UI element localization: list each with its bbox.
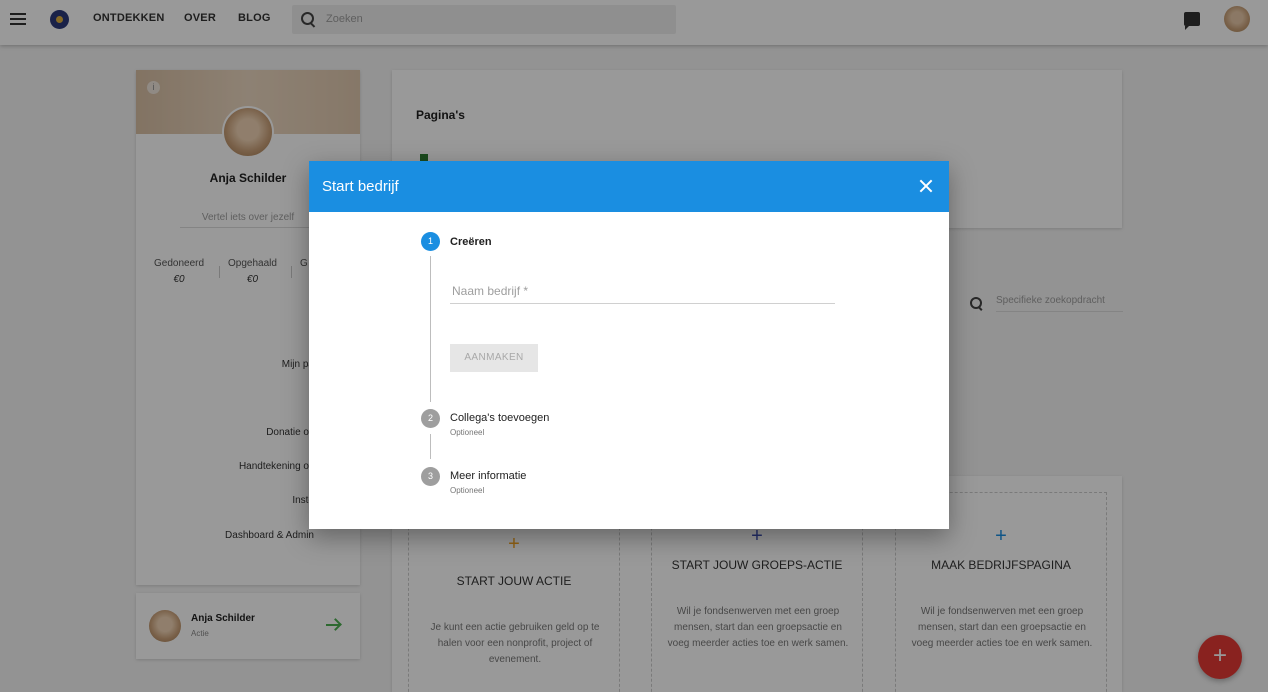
step-2-label[interactable]: Collega's toevoegen xyxy=(450,412,549,424)
close-icon[interactable] xyxy=(919,179,933,193)
start-company-dialog: Start bedrijf 1 Creëren Naam bedrijf * A… xyxy=(309,161,949,529)
step-3-label[interactable]: Meer informatie xyxy=(450,470,526,482)
step-1-indicator: 1 xyxy=(421,232,440,251)
step-2-optional: Optioneel xyxy=(450,428,485,437)
step-3-optional: Optioneel xyxy=(450,486,485,495)
step-3-indicator[interactable]: 3 xyxy=(421,467,440,486)
step-connector xyxy=(430,256,431,402)
step-1-label: Creëren xyxy=(450,236,492,248)
dialog-title: Start bedrijf xyxy=(322,178,399,195)
step-connector xyxy=(430,434,431,459)
create-button[interactable]: AANMAKEN xyxy=(450,344,538,372)
dialog-header: Start bedrijf xyxy=(309,161,949,212)
company-name-label: Naam bedrijf * xyxy=(452,284,529,298)
step-2-indicator[interactable]: 2 xyxy=(421,409,440,428)
company-name-field[interactable]: Naam bedrijf * xyxy=(450,282,835,304)
